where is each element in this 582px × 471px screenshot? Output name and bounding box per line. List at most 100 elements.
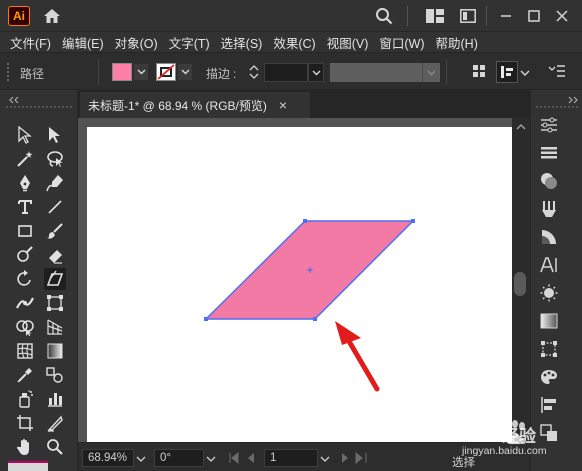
align-grid-icon[interactable] [472,64,488,80]
menu-view[interactable]: 视图(V) [327,33,369,52]
artboard-tool-icon[interactable] [14,412,36,434]
align-to-icon[interactable] [496,61,518,83]
gradient-tool-icon[interactable] [44,340,66,362]
anchor-point[interactable] [204,317,208,321]
rotate-tool-icon[interactable] [14,268,36,290]
character-icon[interactable] [538,254,560,276]
shaper-tool-icon[interactable] [14,244,36,266]
app-logo: Ai [8,6,30,26]
blend-tool-icon[interactable] [44,364,66,386]
chevron-down-icon[interactable] [422,63,440,82]
rectangle-tool-icon[interactable] [14,220,36,242]
free-transform-tool-icon[interactable] [44,292,66,314]
color-guide-icon[interactable] [538,226,560,248]
collapse-panel-icon[interactable] [8,93,20,104]
anchor-point[interactable] [303,219,307,223]
direct-selection-tool-icon[interactable] [44,124,66,146]
menu-window[interactable]: 窗口(W) [379,33,424,52]
line-segment-tool-icon[interactable] [44,196,66,218]
search-icon[interactable] [374,6,394,26]
magic-wand-tool-icon[interactable] [14,148,36,170]
artboard-nav-next[interactable] [336,451,372,465]
rotation-angle[interactable]: 0° [154,449,204,467]
menu-icon[interactable] [548,64,568,80]
window-minimize-icon[interactable] [496,6,516,26]
shape-builder-tool-icon[interactable] [14,316,36,338]
fill-swatch[interactable] [112,63,132,81]
eyedropper-tool-icon[interactable] [14,364,36,386]
stroke-weight-input[interactable] [264,63,308,82]
menu-effect[interactable]: 效果(C) [273,33,315,52]
zoom-tool-icon[interactable] [44,436,66,458]
canvas-artwork[interactable] [87,127,512,442]
lasso-tool-icon[interactable] [44,148,66,170]
pen-tool-icon[interactable] [14,172,36,194]
align-panel-icon[interactable] [538,394,560,416]
document-tab[interactable]: 未标题-1* @ 68.94 % (RGB/预览) × [80,92,310,118]
artboard-nav-prev[interactable] [228,452,264,464]
watermark: Baidu 经验 jingyan.baidu.com [448,418,582,471]
column-graph-tool-icon[interactable] [44,388,66,410]
chevron-down-icon[interactable] [136,452,148,464]
chevron-down-icon[interactable] [308,63,324,82]
scrollbar-thumb[interactable] [514,272,526,296]
menu-bar: 文件(F) 编辑(E) 对象(O) 文字(T) 选择(S) 效果(C) 视图(V… [0,32,582,52]
mesh-tool-icon[interactable] [14,340,36,362]
divider [98,59,99,85]
menu-file[interactable]: 文件(F) [10,33,51,52]
fill-stroke-indicator[interactable] [8,461,48,471]
anchor-point[interactable] [313,317,317,321]
brightness-icon[interactable] [538,282,560,304]
scroll-up-icon[interactable] [516,120,526,130]
tools-panel [0,90,78,471]
window-maximize-icon[interactable] [524,6,544,26]
zoom-level[interactable]: 68.94% [82,449,134,467]
window-close-icon[interactable] [552,6,572,26]
symbol-sprayer-tool-icon[interactable] [14,388,36,410]
grip-handle[interactable] [7,63,9,81]
type-tool-icon[interactable] [14,196,36,218]
variable-width-profile[interactable] [330,63,422,82]
chevron-down-icon[interactable] [134,64,148,80]
arrange-documents-icon[interactable] [458,6,478,26]
eraser-tool-icon[interactable] [44,244,66,266]
grip-handle[interactable] [536,106,578,108]
paintbrush-tool-icon[interactable] [44,220,66,242]
chevron-down-icon[interactable] [320,452,332,464]
swatches-palette-icon[interactable] [538,366,560,388]
shear-tool-icon[interactable] [44,268,66,290]
menu-object[interactable]: 对象(O) [115,33,158,52]
menu-type[interactable]: 文字(T) [169,33,210,52]
workspace-icon[interactable] [425,6,445,26]
home-icon[interactable] [42,6,62,26]
libraries-icon[interactable] [538,198,560,220]
layers-icon[interactable] [538,142,560,164]
curvature-tool-icon[interactable] [44,172,66,194]
tab-close-icon[interactable]: × [279,97,287,113]
divider [486,6,487,26]
anchor-point[interactable] [411,219,415,223]
menu-help[interactable]: 帮助(H) [436,33,478,52]
hand-tool-icon[interactable] [14,436,36,458]
appearance-icon[interactable] [538,170,560,192]
selection-tool-icon[interactable] [14,124,36,146]
chevron-down-icon[interactable] [178,64,192,80]
collapse-panel-icon[interactable] [567,93,579,104]
title-bar: Ai [0,0,582,32]
slice-tool-icon[interactable] [44,412,66,434]
stroke-swatch[interactable] [156,63,176,81]
menu-select[interactable]: 选择(S) [221,33,263,52]
menu-edit[interactable]: 编辑(E) [62,33,104,52]
properties-icon[interactable] [538,114,560,136]
no-stroke-icon [157,64,175,80]
chevron-down-icon[interactable] [520,66,532,78]
transform-icon[interactable] [538,338,560,360]
chevron-down-icon[interactable] [206,452,218,464]
artboard-number[interactable]: 1 [264,449,318,467]
grip-handle[interactable] [6,106,72,108]
perspective-grid-tool-icon[interactable] [44,316,66,338]
red-arrow-annotation [335,321,380,392]
stroke-stepper[interactable] [247,62,261,82]
width-tool-icon[interactable] [14,292,36,314]
gradient-panel-icon[interactable] [538,310,560,332]
